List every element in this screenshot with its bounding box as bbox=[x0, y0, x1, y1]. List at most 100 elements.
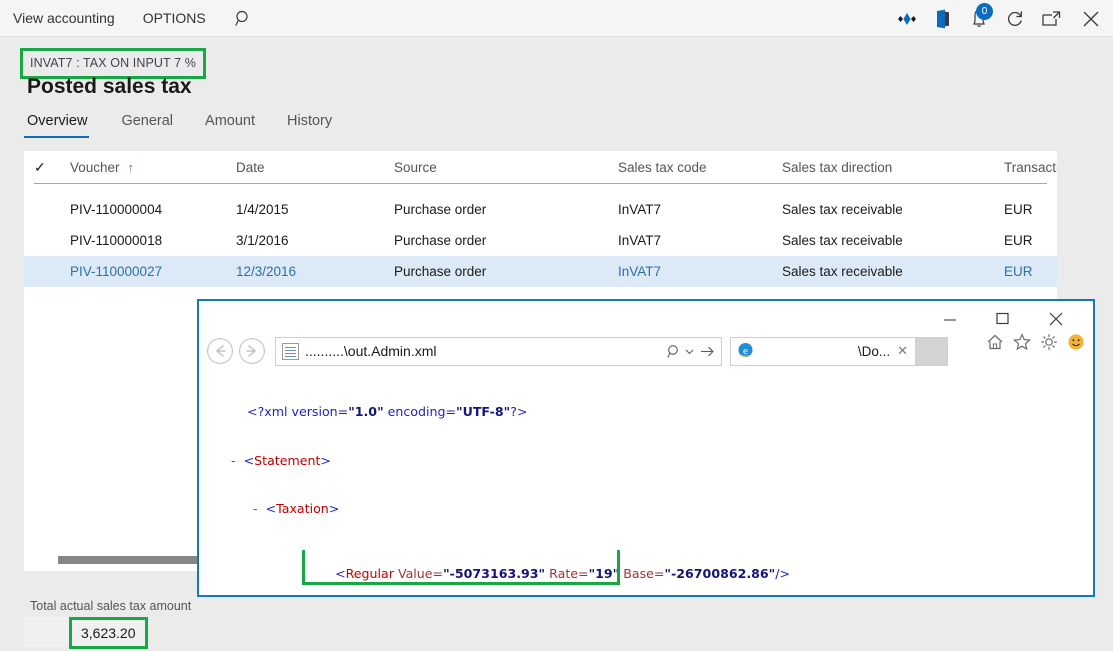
page-title: Posted sales tax bbox=[27, 75, 192, 98]
address-bar[interactable]: ..........\out.Admin.xml bbox=[275, 336, 722, 366]
new-tab-button[interactable] bbox=[916, 336, 948, 366]
command-group: View accounting OPTIONS bbox=[0, 0, 264, 36]
xml-line-regular: <Regular Value="-5073163.93" Rate="19" B… bbox=[199, 534, 1093, 595]
notification-count-badge: 0 bbox=[976, 3, 993, 20]
search-dropdown-icon[interactable] bbox=[667, 344, 682, 359]
go-arrow-icon[interactable] bbox=[700, 345, 715, 358]
xml-value-regular-base: "-26700862.86" bbox=[664, 566, 776, 582]
browser-tab[interactable]: e \Do... ✕ bbox=[730, 336, 916, 366]
table-row[interactable]: PIV-110000027 12/3/2016 Purchase order I… bbox=[24, 256, 1057, 287]
xml-declaration-open: <?xml bbox=[247, 404, 292, 420]
xml-declaration-line: <?xml version="1.0" encoding="UTF-8"?> bbox=[247, 404, 528, 420]
cell-date: 3/1/2016 bbox=[236, 233, 289, 248]
browser-navigation-row: ..........\out.Admin.xml e \Do... ✕ bbox=[199, 329, 1093, 373]
cell-sales-tax-direction: Sales tax receivable bbox=[782, 233, 903, 248]
xml-tag-taxation: Taxation bbox=[276, 501, 329, 517]
table-row[interactable]: PIV-110000004 1/4/2015 Purchase order In… bbox=[34, 194, 1047, 225]
tab-close-icon[interactable]: ✕ bbox=[894, 343, 911, 359]
xml-declaration-attr-version: version bbox=[291, 404, 338, 420]
internet-explorer-icon: e bbox=[738, 343, 755, 357]
xml-line-statement-open: - <Statement> bbox=[231, 452, 331, 468]
refresh-icon[interactable] bbox=[997, 0, 1033, 37]
options-command[interactable]: OPTIONS bbox=[129, 0, 220, 36]
xml-regular-highlight-segment: <Regular Value="-5073163.93" Rate="19" bbox=[302, 550, 621, 586]
dynamics-diamond-icon[interactable] bbox=[889, 0, 925, 37]
forward-arrow-icon bbox=[239, 338, 265, 364]
cell-source: Purchase order bbox=[394, 202, 487, 217]
svg-text:e: e bbox=[743, 345, 748, 357]
xml-value-regular-value: "-5073163.93" bbox=[443, 566, 546, 582]
top-command-bar: View accounting OPTIONS 0 bbox=[0, 0, 1113, 37]
tab-strip: Overview General Amount History bbox=[24, 113, 348, 138]
column-header-sales-tax-code[interactable]: Sales tax code bbox=[618, 151, 707, 184]
cell-currency: EUR bbox=[1004, 202, 1033, 217]
cell-sales-tax-direction: Sales tax receivable bbox=[782, 264, 903, 279]
tab-overview[interactable]: Overview bbox=[24, 113, 105, 138]
xml-value-regular-rate: "19" bbox=[588, 566, 620, 582]
close-window-icon[interactable] bbox=[1069, 0, 1113, 37]
cell-source: Purchase order bbox=[394, 264, 487, 279]
total-actual-sales-tax-value: 3,623.20 bbox=[81, 625, 136, 641]
column-header-source[interactable]: Source bbox=[394, 151, 437, 184]
close-glyph bbox=[1083, 11, 1099, 26]
total-actual-sales-tax-row: 3,623.20 bbox=[24, 617, 148, 649]
total-actual-sales-tax-highlight: 3,623.20 bbox=[69, 617, 148, 649]
address-bar-tools bbox=[667, 344, 715, 359]
record-caption-text: INVAT7 : TAX ON INPUT 7 % bbox=[30, 56, 196, 70]
sort-ascending-icon: ↑ bbox=[127, 160, 135, 175]
tab-history[interactable]: History bbox=[271, 113, 348, 138]
tab-general[interactable]: General bbox=[105, 113, 189, 138]
cell-voucher: PIV-110000018 bbox=[70, 233, 163, 248]
close-icon bbox=[1049, 312, 1063, 325]
cell-date: 1/4/2015 bbox=[236, 202, 289, 217]
home-icon[interactable] bbox=[986, 333, 1004, 351]
popout-icon[interactable] bbox=[1033, 0, 1069, 37]
xml-document-view: <?xml version="1.0" encoding="UTF-8"?> -… bbox=[199, 374, 1093, 595]
tab-amount[interactable]: Amount bbox=[189, 113, 271, 138]
cell-sales-tax-direction: Sales tax receivable bbox=[782, 202, 903, 217]
refresh-glyph bbox=[1007, 10, 1022, 26]
column-header-sales-tax-direction[interactable]: Sales tax direction bbox=[782, 151, 892, 184]
minimize-icon bbox=[944, 318, 956, 321]
select-all-checkbox[interactable]: ✓ bbox=[34, 151, 64, 184]
table-row[interactable]: PIV-110000018 3/1/2016 Purchase order In… bbox=[34, 225, 1047, 256]
column-header-transaction[interactable]: Transactior bbox=[1004, 151, 1057, 184]
search-button[interactable] bbox=[224, 0, 264, 36]
smiley-feedback-icon[interactable] bbox=[1067, 333, 1085, 351]
top-right-icon-group: 0 bbox=[889, 0, 1113, 37]
forward-button[interactable] bbox=[237, 336, 267, 366]
xml-regular-selfclose: /> bbox=[775, 566, 791, 582]
cell-voucher: PIV-110000027 bbox=[70, 264, 163, 279]
book-glyph bbox=[937, 9, 949, 28]
total-spacer bbox=[24, 617, 69, 647]
back-button[interactable] bbox=[205, 336, 235, 366]
xml-attr-regular-base: Base bbox=[623, 566, 654, 582]
cell-source: Purchase order bbox=[394, 233, 487, 248]
maximize-icon bbox=[995, 312, 1009, 325]
collapse-toggle-taxation[interactable]: - bbox=[253, 501, 258, 516]
xml-attr-regular-value: Value bbox=[397, 566, 433, 582]
cell-date: 12/3/2016 bbox=[236, 264, 297, 279]
cell-currency: EUR bbox=[1004, 264, 1033, 279]
view-accounting-command[interactable]: View accounting bbox=[0, 0, 129, 36]
address-bar-value: ..........\out.Admin.xml bbox=[305, 343, 437, 359]
xml-declaration-close: ?> bbox=[510, 404, 528, 420]
office-book-icon[interactable] bbox=[925, 0, 961, 37]
column-header-date[interactable]: Date bbox=[236, 151, 265, 184]
settings-gear-icon[interactable] bbox=[1040, 333, 1058, 351]
internet-explorer-window: ..........\out.Admin.xml e \Do... ✕ <?xm… bbox=[197, 299, 1095, 597]
favorites-star-icon[interactable] bbox=[1013, 333, 1031, 351]
xml-attr-regular-rate: Rate bbox=[549, 566, 579, 582]
browser-toolbar-icons bbox=[986, 333, 1085, 351]
column-header-voucher[interactable]: Voucher ↑ bbox=[70, 151, 134, 184]
cell-sales-tax-code: InVAT7 bbox=[618, 233, 662, 248]
browser-tab-strip: e \Do... ✕ bbox=[730, 336, 948, 366]
xml-declaration-value-encoding: "UTF-8" bbox=[456, 404, 511, 420]
cell-voucher: PIV-110000004 bbox=[70, 202, 163, 217]
collapse-toggle-statement[interactable]: - bbox=[231, 453, 236, 468]
chevron-down-icon[interactable] bbox=[685, 347, 694, 356]
diamond-glyph bbox=[898, 12, 916, 25]
back-arrow-icon bbox=[207, 338, 233, 364]
notifications-bell-icon[interactable]: 0 bbox=[961, 0, 997, 37]
xml-declaration-attr-encoding: encoding bbox=[383, 404, 446, 420]
